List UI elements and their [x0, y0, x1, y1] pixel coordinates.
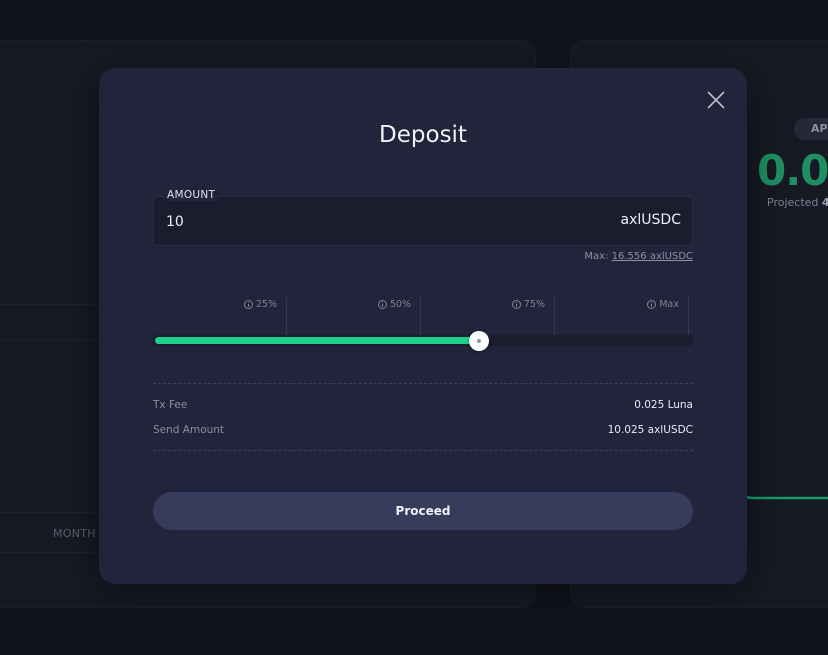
- slider-tick-max[interactable]: Max: [555, 297, 689, 335]
- background-apy-pill: APY: [794, 118, 828, 140]
- tx-fee-value: 0.025 Luna: [634, 399, 693, 411]
- tx-fee-row: Tx Fee 0.025 Luna: [153, 399, 693, 411]
- amount-input[interactable]: [166, 211, 466, 233]
- divider: [153, 450, 693, 451]
- proceed-button[interactable]: Proceed: [153, 492, 693, 530]
- max-prefix: Max:: [584, 251, 609, 262]
- tick-text: 50%: [389, 299, 411, 310]
- background-projected: Projected 46: [767, 196, 828, 209]
- slider-thumb[interactable]: [469, 331, 489, 351]
- send-amount-value: 10.025 axlUSDC: [607, 424, 693, 436]
- slider-tick-75[interactable]: 75%: [421, 297, 555, 335]
- tick-label[interactable]: 75%: [511, 299, 545, 310]
- tick-text: Max: [659, 299, 679, 310]
- info-icon: [243, 300, 253, 309]
- tick-text: 25%: [255, 299, 277, 310]
- close-icon: [707, 91, 725, 109]
- background-chart-line: [740, 492, 828, 500]
- background-projected-value: 46: [821, 196, 828, 209]
- modal-title: Deposit: [379, 122, 467, 148]
- info-icon: [647, 300, 657, 309]
- tx-fee-label: Tx Fee: [153, 399, 188, 411]
- send-amount-label: Send Amount: [153, 424, 225, 436]
- max-balance: Max: 16.556 axlUSDC: [584, 251, 693, 262]
- amount-slider[interactable]: 25% 50% 75% Max: [153, 297, 693, 351]
- background-apy-value: 0.08: [757, 146, 828, 195]
- slider-tick-25[interactable]: 25%: [153, 297, 287, 335]
- info-icon: [511, 300, 521, 309]
- amount-label: AMOUNT: [164, 189, 219, 201]
- amount-unit: axlUSDC: [620, 212, 681, 228]
- deposit-modal: Deposit axlUSDC AMOUNT Max: 16.556 axlUS…: [99, 68, 747, 584]
- close-button[interactable]: [704, 88, 728, 112]
- background-projected-label: Projected: [767, 196, 819, 209]
- send-amount-row: Send Amount 10.025 axlUSDC: [153, 424, 693, 436]
- amount-field[interactable]: axlUSDC: [153, 196, 693, 246]
- background-month-tab: MONTH: [53, 527, 96, 540]
- info-icon: [377, 300, 387, 309]
- tick-label[interactable]: 25%: [243, 299, 277, 310]
- slider-tick-50[interactable]: 50%: [287, 297, 421, 335]
- tick-label[interactable]: Max: [647, 299, 679, 310]
- max-balance-link[interactable]: 16.556 axlUSDC: [612, 251, 693, 262]
- divider: [153, 383, 693, 384]
- tick-label[interactable]: 50%: [377, 299, 411, 310]
- slider-fill: [155, 337, 479, 344]
- tick-text: 75%: [523, 299, 545, 310]
